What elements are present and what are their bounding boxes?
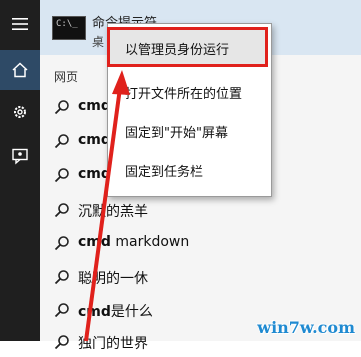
list-item[interactable]: 沉默的羔羊 [40, 195, 361, 225]
hamburger-menu-button[interactable] [0, 4, 40, 44]
home-button[interactable] [0, 50, 40, 90]
item-query-bold: cmd [78, 166, 111, 182]
search-icon [54, 168, 69, 183]
search-icon [54, 270, 69, 285]
search-icon [54, 100, 69, 115]
item-query-rest: 独门的世界 [78, 336, 148, 352]
menu-item-label: 固定到任务栏 [125, 165, 204, 180]
section-heading-web: 网页 [54, 70, 79, 84]
item-query-bold: cmd [78, 98, 111, 114]
search-icon [54, 335, 69, 350]
menu-item-label: 以管理员身份运行 [125, 43, 230, 58]
settings-button[interactable] [0, 92, 40, 132]
menu-item-label: 打开文件所在的位置 [125, 87, 243, 102]
menu-item-run-as-admin[interactable]: 以管理员身份运行 [107, 27, 268, 67]
context-menu: 以管理员身份运行 打开文件所在的位置 固定到"开始"屏幕 固定到任务栏 [107, 23, 272, 197]
hamburger-icon [12, 18, 28, 30]
search-icon [54, 134, 69, 149]
item-query-rest: 沉默的羔羊 [78, 204, 148, 220]
feedback-icon [12, 148, 28, 165]
watermark: win7w.com [257, 318, 355, 337]
item-query-bold: cmd [78, 304, 111, 320]
best-match-subtitle: 桌 [92, 35, 105, 49]
left-rail [0, 0, 40, 341]
search-icon [54, 236, 69, 251]
home-icon [12, 62, 28, 78]
gear-icon [14, 106, 26, 118]
search-icon [54, 203, 69, 218]
list-item[interactable]: 聪明的一休 [40, 262, 361, 292]
item-query-bold: cmd [78, 132, 111, 148]
menu-item-open-file-location[interactable]: 打开文件所在的位置 [108, 74, 271, 108]
item-query-rest: 聪明的一休 [78, 271, 148, 287]
item-query-rest: 是什么 [110, 304, 153, 320]
feedback-button[interactable] [0, 136, 40, 176]
menu-item-label: 固定到"开始"屏幕 [125, 126, 228, 141]
search-icon [54, 303, 69, 318]
command-prompt-icon: C:\_ [52, 16, 86, 40]
menu-item-pin-to-taskbar[interactable]: 固定到任务栏 [108, 152, 271, 186]
menu-item-pin-to-start[interactable]: 固定到"开始"屏幕 [108, 113, 271, 147]
item-query-bold: cmd [78, 234, 111, 250]
item-query-rest: markdown [110, 234, 190, 250]
list-item[interactable]: cmd markdown [40, 228, 361, 258]
